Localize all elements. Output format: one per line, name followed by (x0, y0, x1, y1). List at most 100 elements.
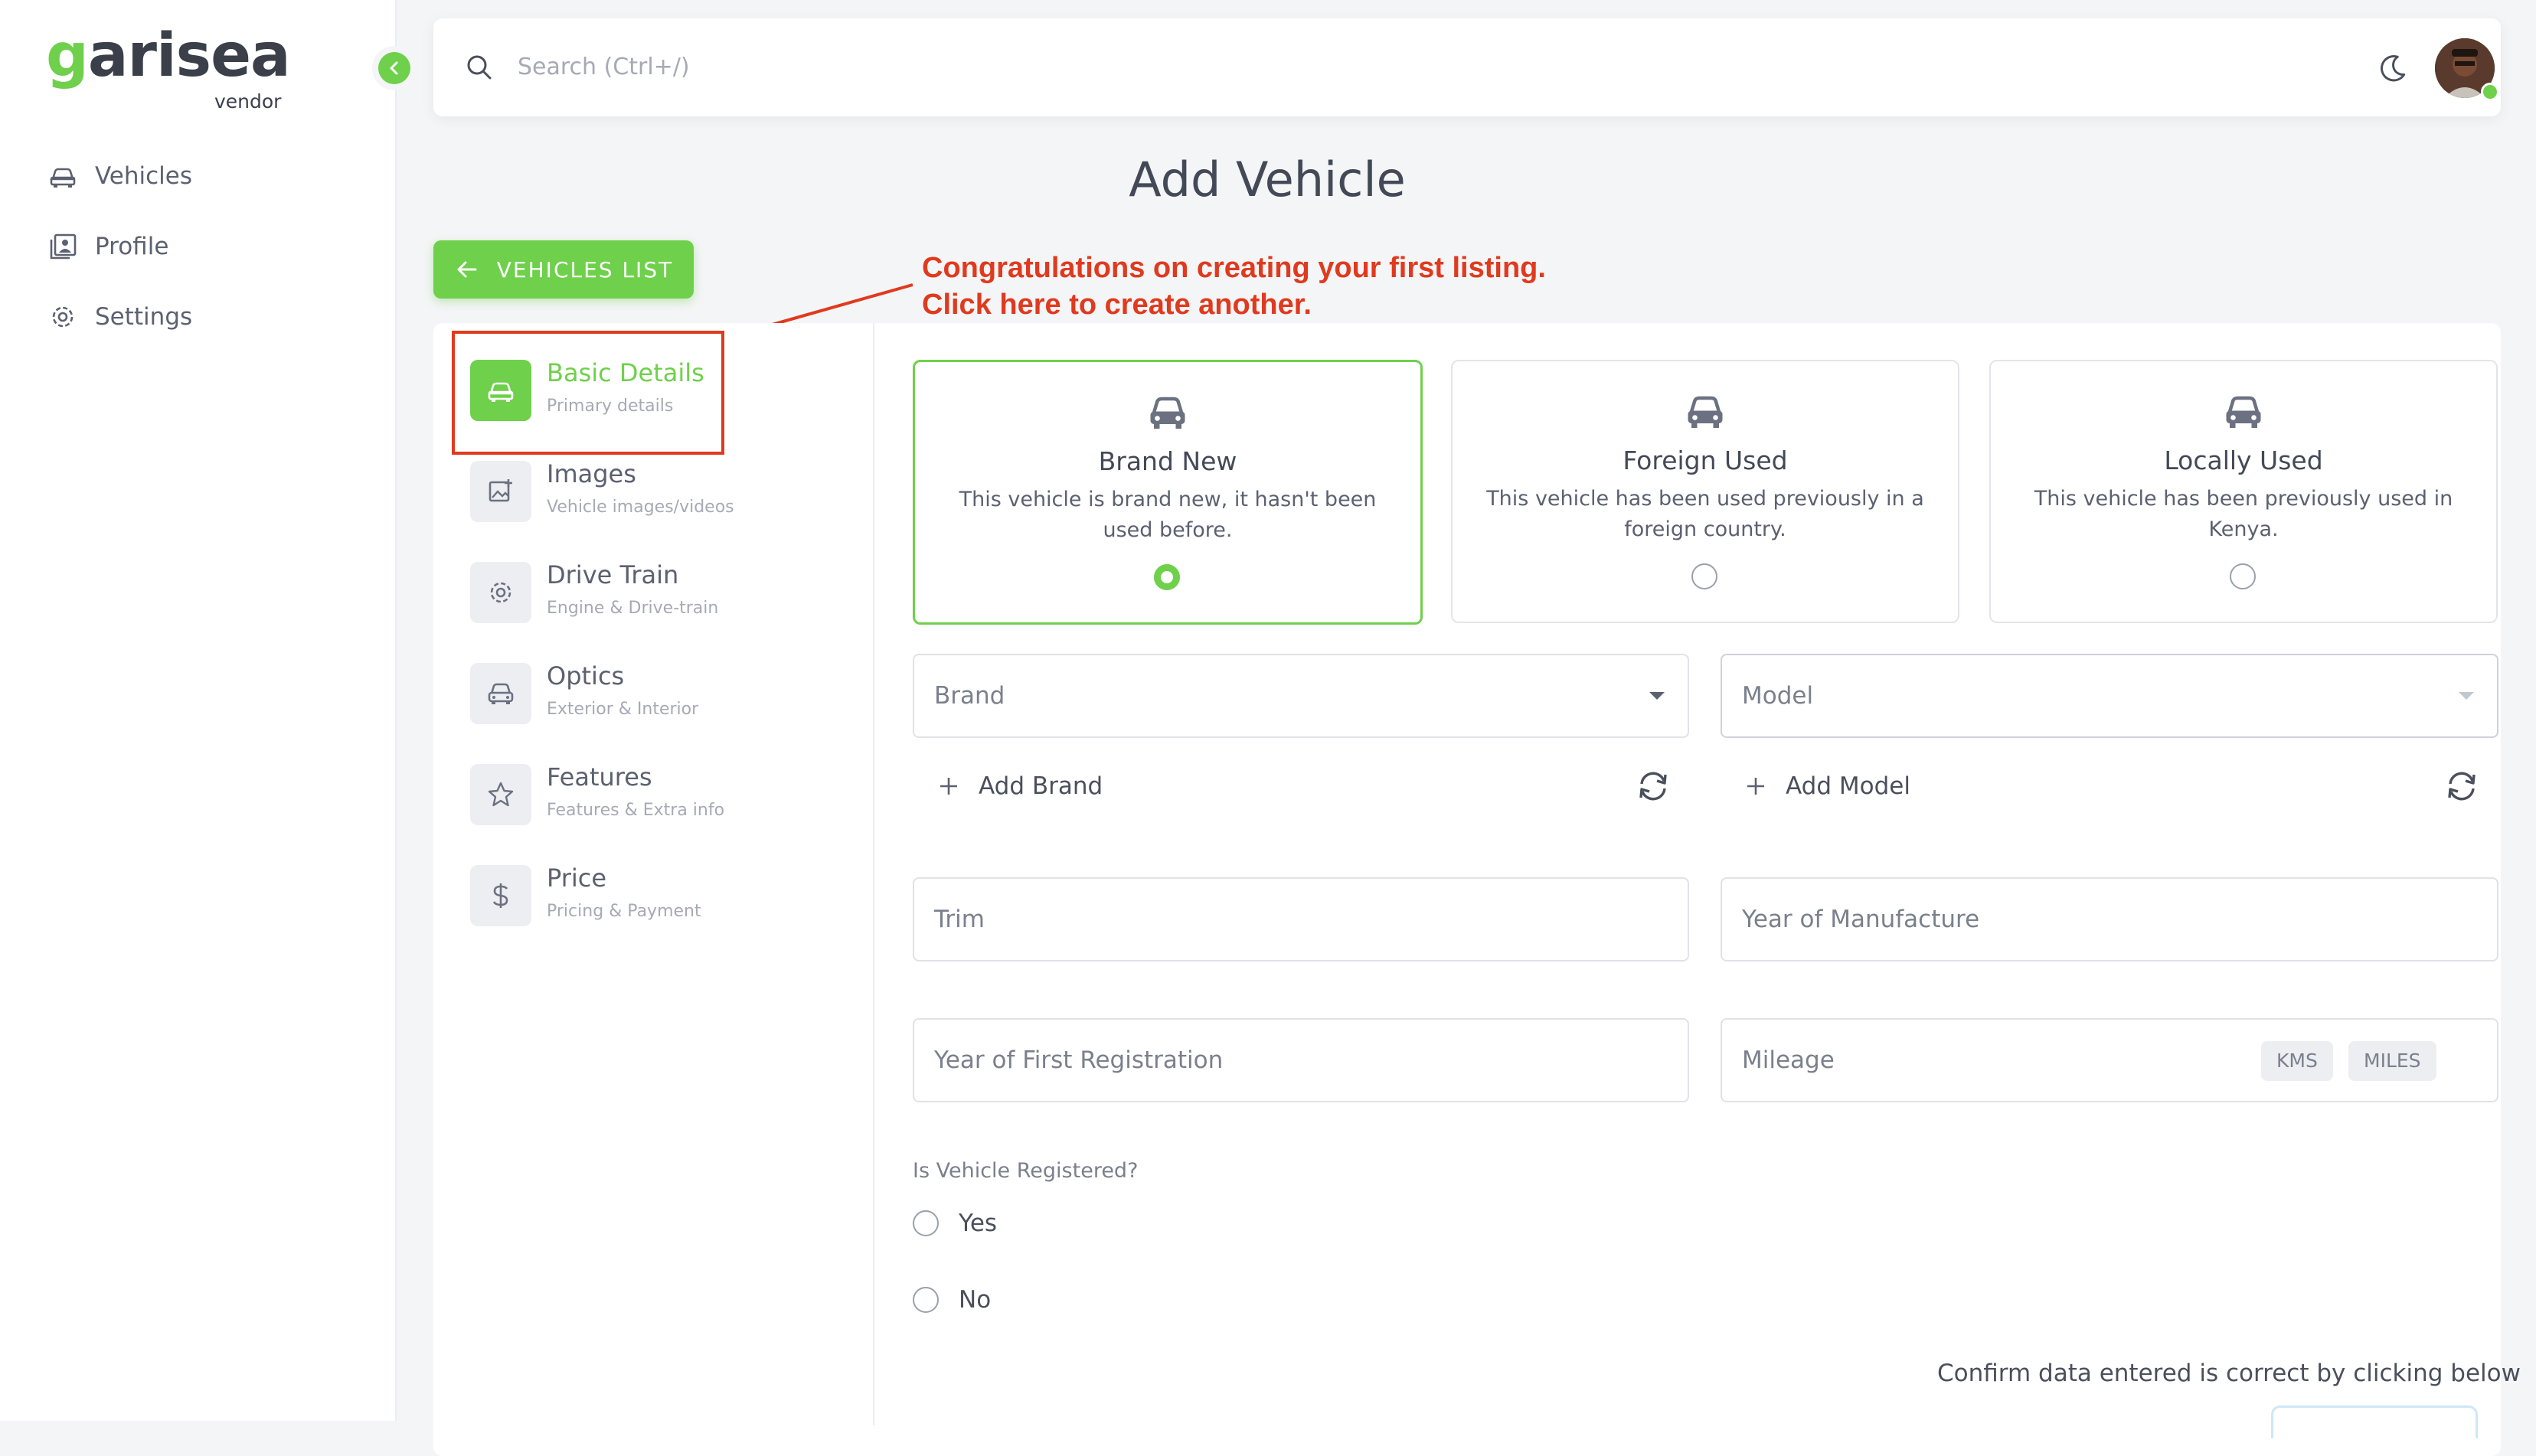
step-subtitle: Pricing & Payment (547, 902, 701, 921)
add-model-link[interactable]: Add Model (1744, 767, 1910, 805)
page-title: Add Vehicle (1129, 152, 1406, 207)
logo-subtitle: vendor (214, 90, 282, 113)
registered-yes-option[interactable]: Yes (913, 1208, 997, 1239)
year-of-first-registration-input[interactable]: Year of First Registration (913, 1018, 1689, 1102)
logo-letter-g: g (46, 21, 89, 90)
star-icon (488, 782, 514, 807)
trim-placeholder: Trim (934, 906, 985, 933)
radio-no[interactable] (913, 1287, 939, 1313)
registered-question-label: Is Vehicle Registered? (913, 1159, 1139, 1183)
brand-placeholder: Brand (934, 682, 1005, 710)
gear-icon (52, 306, 74, 328)
vehicles-list-label: VEHICLES LIST (496, 256, 674, 282)
annotation-line-1: Congratulations on creating your first l… (922, 252, 1546, 284)
condition-description: This vehicle is brand new, it hasn't bee… (959, 488, 1377, 542)
app-logo[interactable]: garisea (46, 21, 291, 90)
confirm-instructions: Confirm data entered is correct by click… (1937, 1360, 2521, 1387)
mileage-input[interactable]: Mileage KMS MILES (1721, 1018, 2498, 1102)
unit-kms-button[interactable]: KMS (2261, 1041, 2333, 1081)
car-icon (1150, 397, 1185, 429)
online-status-dot (2481, 83, 2499, 101)
mileage-placeholder: Mileage (1742, 1046, 1835, 1074)
car-icon (50, 168, 76, 188)
profile-icon (50, 233, 77, 260)
year-of-manufacture-placeholder: Year of Manufacture (1742, 906, 1980, 933)
chevron-down-icon (1649, 692, 1665, 700)
step-icon-box (470, 663, 531, 724)
annotation-text: Congratulations on creating your first l… (922, 250, 1546, 323)
year-of-first-registration-placeholder: Year of First Registration (934, 1046, 1224, 1074)
sidebar-item-settings[interactable]: Settings (47, 295, 192, 338)
step-images[interactable]: Images Vehicle images/videos (470, 455, 899, 528)
condition-description: This vehicle has been used previously in… (1486, 487, 1924, 541)
step-title: Drive Train (547, 560, 679, 589)
arrow-left-icon (457, 261, 477, 278)
sidebar-item-vehicles[interactable]: Vehicles (47, 155, 192, 198)
step-title: Images (547, 459, 636, 488)
step-title: Price (547, 863, 607, 893)
gear-icon (490, 582, 511, 603)
step-drive-train[interactable]: Drive Train Engine & Drive-train (470, 556, 899, 629)
step-icon-box (470, 764, 531, 825)
chevron-left-icon (390, 61, 398, 75)
chevron-down-icon (2459, 692, 2474, 700)
dollar-icon (492, 883, 508, 908)
condition-description: This vehicle has been previously used in… (2034, 487, 2453, 541)
condition-radio[interactable] (1154, 564, 1180, 590)
dark-mode-toggle-icon[interactable] (2377, 52, 2409, 84)
search-input[interactable]: Search (Ctrl+/) (518, 52, 690, 83)
top-bar: Search (Ctrl+/) (433, 18, 2501, 116)
condition-title: Locally Used (2164, 446, 2323, 475)
step-subtitle: Features & Extra info (547, 801, 725, 820)
step-subtitle: Vehicle images/videos (547, 498, 734, 517)
condition-radio[interactable] (1691, 563, 1717, 589)
add-model-label: Add Model (1786, 772, 1910, 800)
radio-no-label: No (959, 1286, 992, 1314)
radio-yes[interactable] (913, 1210, 939, 1236)
condition-title: Brand New (1098, 446, 1237, 476)
sidebar (0, 0, 397, 1421)
condition-radio[interactable] (2230, 563, 2256, 589)
condition-card-brand-new[interactable]: Brand New This vehicle is brand new, it … (913, 360, 1423, 625)
refresh-models-icon[interactable] (2443, 767, 2481, 805)
sidebar-item-label: Settings (95, 303, 193, 331)
step-features[interactable]: Features Features & Extra info (470, 758, 899, 831)
radio-yes-label: Yes (959, 1210, 998, 1237)
vehicles-list-button[interactable]: VEHICLES LIST (433, 240, 694, 299)
step-title: Optics (547, 661, 625, 690)
plus-icon (940, 778, 957, 795)
model-placeholder: Model (1742, 682, 1814, 710)
car-icon (1688, 396, 1723, 428)
collapse-sidebar-button[interactable] (378, 52, 410, 84)
search-icon (467, 55, 492, 80)
logo-text: arisea (87, 21, 291, 90)
step-subtitle: Engine & Drive-train (547, 599, 719, 618)
step-optics[interactable]: Optics Exterior & Interior (470, 657, 899, 730)
unit-miles-button[interactable]: MILES (2348, 1041, 2436, 1081)
step-subtitle: Exterior & Interior (547, 700, 699, 719)
step-title: Features (547, 762, 652, 792)
annotation-line-2: Click here to create another. (922, 289, 1312, 321)
plus-icon (1747, 778, 1764, 795)
sidebar-item-profile[interactable]: Profile (47, 225, 168, 268)
add-brand-label: Add Brand (979, 772, 1103, 800)
sidebar-item-label: Profile (95, 233, 169, 260)
step-icon-box (470, 461, 531, 522)
condition-title: Foreign Used (1623, 446, 1788, 475)
condition-card-foreign-used[interactable]: Foreign Used This vehicle has been used … (1451, 360, 1959, 623)
condition-card-locally-used[interactable]: Locally Used This vehicle has been previ… (1989, 360, 2498, 623)
car-icon (2226, 396, 2261, 428)
step-icon-box (470, 562, 531, 623)
brand-select[interactable]: Brand (913, 654, 1689, 738)
trim-input[interactable]: Trim (913, 877, 1689, 961)
image-add-icon (489, 479, 512, 502)
annotation-highlight-box (452, 331, 724, 455)
refresh-brands-icon[interactable] (1634, 767, 1672, 805)
registered-no-option[interactable]: No (913, 1285, 991, 1315)
car-front-icon (488, 683, 514, 704)
model-select[interactable]: Model (1721, 654, 2498, 738)
submit-button[interactable] (2271, 1405, 2478, 1438)
year-of-manufacture-input[interactable]: Year of Manufacture (1721, 877, 2498, 961)
step-price[interactable]: Price Pricing & Payment (470, 859, 899, 932)
add-brand-link[interactable]: Add Brand (937, 767, 1103, 805)
